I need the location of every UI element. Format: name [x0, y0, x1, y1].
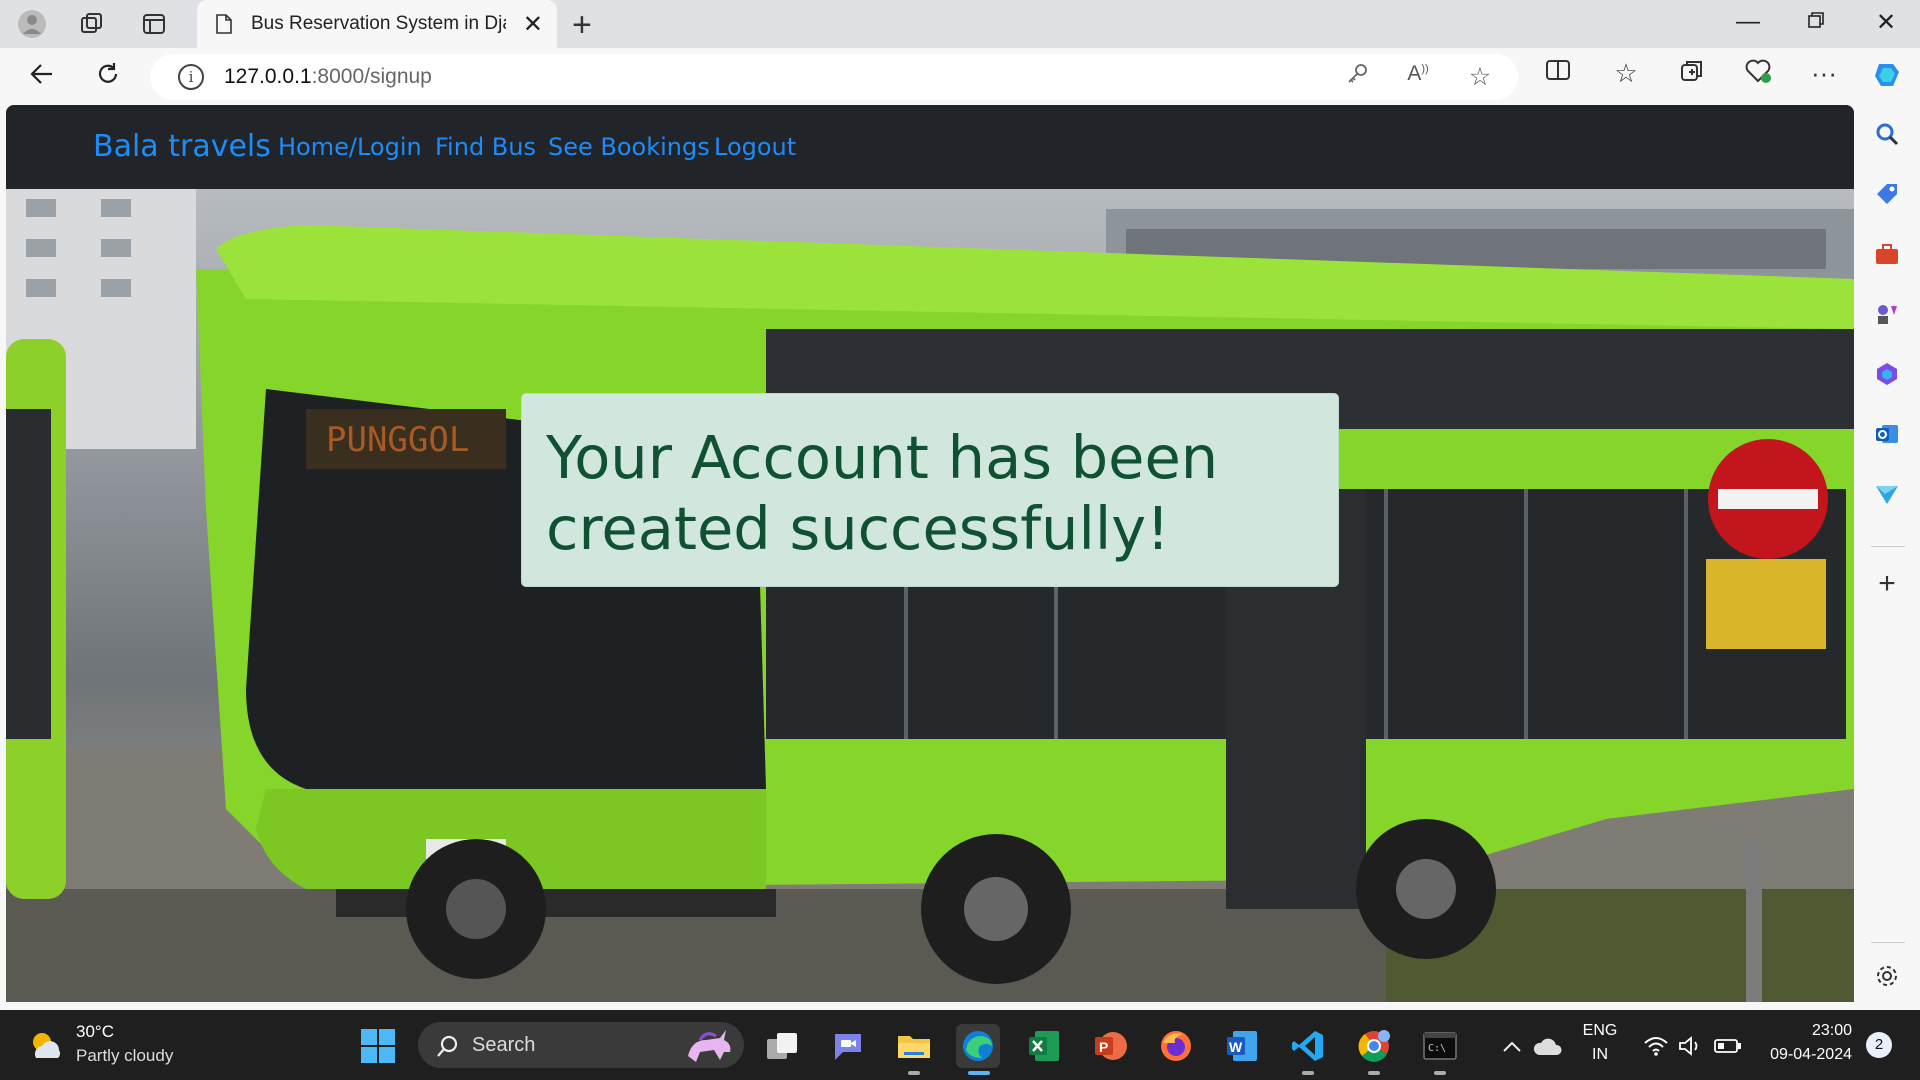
word-icon[interactable]: W [1220, 1024, 1264, 1068]
nav-logout[interactable]: Logout [714, 133, 796, 161]
vscode-icon[interactable] [1286, 1024, 1330, 1068]
onedrive-cloud-icon[interactable] [1526, 1024, 1570, 1068]
battery-icon[interactable] [1706, 1024, 1750, 1068]
settings-gear-icon[interactable] [1869, 958, 1905, 994]
nav-find-bus[interactable]: Find Bus [435, 133, 536, 161]
taskbar-search[interactable]: Search [418, 1022, 744, 1068]
copilot-icon[interactable] [1866, 58, 1910, 99]
weather-icon[interactable] [24, 1024, 68, 1068]
search-label: Search [472, 1034, 536, 1056]
tab-actions-icon[interactable] [136, 8, 172, 40]
sidebar-divider [1871, 546, 1905, 547]
weather-condition[interactable]: Partly cloudy [76, 1046, 173, 1066]
profile-icon[interactable] [14, 8, 50, 40]
site-info-icon[interactable]: i [178, 64, 204, 90]
edge-browser-icon[interactable] [956, 1024, 1000, 1068]
edge-sidebar: + [1855, 106, 1920, 1010]
password-key-icon[interactable] [1338, 62, 1378, 93]
close-window-icon[interactable]: ✕ [1866, 8, 1906, 37]
svg-text:C:\: C:\ [1428, 1043, 1446, 1054]
windows-taskbar: 30°C Partly cloudy Search P W C:\ ENG IN… [0, 1010, 1920, 1080]
language-indicator[interactable]: ENG [1572, 1022, 1628, 1040]
weather-temperature[interactable]: 30°C [76, 1022, 114, 1042]
workspaces-icon[interactable] [74, 8, 110, 40]
add-icon[interactable]: + [1869, 566, 1905, 602]
powerpoint-icon[interactable]: P [1088, 1024, 1132, 1068]
url-bar[interactable]: i 127.0.0.1:8000/signup A)) ☆ [150, 54, 1518, 100]
shopping-tag-icon[interactable] [1869, 176, 1905, 212]
microsoft365-icon[interactable] [1869, 356, 1905, 392]
success-alert: Your Account has been created successful… [521, 393, 1339, 587]
alert-message: Your Account has been created successful… [546, 423, 1219, 563]
terminal-running-indicator [1434, 1071, 1446, 1075]
tab-title: Bus Reservation System in Django [251, 13, 506, 34]
teams-chat-icon[interactable] [826, 1024, 870, 1068]
page-viewport: Bala travels Home/Login Find Bus See Boo… [6, 105, 1854, 1002]
explorer-running-indicator [908, 1071, 920, 1075]
clock-time[interactable]: 23:00 [1752, 1022, 1852, 1040]
url-path: :8000/signup [311, 65, 432, 88]
notification-badge[interactable]: 2 [1866, 1032, 1892, 1058]
new-tab-icon[interactable]: + [572, 6, 592, 45]
outlook-icon[interactable] [1869, 416, 1905, 452]
sidebar-divider-bottom [1871, 942, 1905, 943]
nav-see-bookings[interactable]: See Bookings [548, 133, 710, 161]
page-icon [215, 14, 233, 34]
collections-icon[interactable] [1670, 58, 1714, 91]
bus-background-image: PUNGGOL Your Account has been created su… [6, 189, 1854, 1002]
refresh-icon[interactable] [88, 60, 128, 95]
browser-essentials-icon[interactable] [1736, 58, 1780, 91]
read-aloud-icon[interactable]: A)) [1398, 62, 1438, 86]
tools-icon[interactable] [1869, 236, 1905, 272]
terminal-icon[interactable]: C:\ [1418, 1024, 1462, 1068]
excel-icon[interactable] [1022, 1024, 1066, 1068]
favorites-icon[interactable]: ☆ [1604, 58, 1648, 89]
region-indicator[interactable]: IN [1572, 1046, 1628, 1064]
send-icon[interactable] [1869, 476, 1905, 512]
chrome-running-indicator [1368, 1071, 1380, 1075]
favorite-star-icon[interactable]: ☆ [1460, 62, 1500, 92]
search-magnifier-icon [436, 1034, 460, 1063]
more-options-icon[interactable]: ··· [1802, 58, 1846, 89]
active-tab[interactable]: Bus Reservation System in Django ✕ [197, 0, 557, 48]
url-text[interactable]: 127.0.0.1:8000/signup [224, 65, 432, 89]
games-icon[interactable] [1869, 296, 1905, 332]
windows-start-icon[interactable] [356, 1024, 400, 1068]
tab-strip: Bus Reservation System in Django ✕ + — ✕ [0, 0, 1920, 48]
firefox-icon[interactable] [1154, 1024, 1198, 1068]
svg-text:W: W [1229, 1039, 1243, 1055]
address-toolbar: i 127.0.0.1:8000/signup A)) ☆ ☆ ··· [0, 48, 1920, 106]
split-screen-icon[interactable] [1536, 58, 1580, 89]
url-host: 127.0.0.1 [224, 65, 312, 88]
svg-text:P: P [1099, 1039, 1108, 1055]
svg-text:PUNGGOL: PUNGGOL [326, 420, 469, 460]
search-icon[interactable] [1869, 116, 1905, 152]
nav-home-login[interactable]: Home/Login [278, 133, 422, 161]
minimize-icon[interactable]: — [1728, 8, 1768, 36]
close-tab-icon[interactable]: ✕ [523, 10, 543, 39]
vscode-running-indicator [1302, 1071, 1314, 1075]
clock-date[interactable]: 09-04-2024 [1752, 1046, 1852, 1064]
unicorn-highlight-icon [680, 1026, 738, 1069]
site-navbar: Bala travels Home/Login Find Bus See Boo… [6, 105, 1854, 189]
restore-icon[interactable] [1796, 8, 1836, 36]
back-icon[interactable] [22, 60, 62, 95]
chrome-icon[interactable] [1352, 1024, 1396, 1068]
brand-link[interactable]: Bala travels [93, 129, 271, 164]
edge-active-indicator [968, 1071, 990, 1075]
task-view-icon[interactable] [760, 1024, 804, 1068]
file-explorer-icon[interactable] [892, 1024, 936, 1068]
